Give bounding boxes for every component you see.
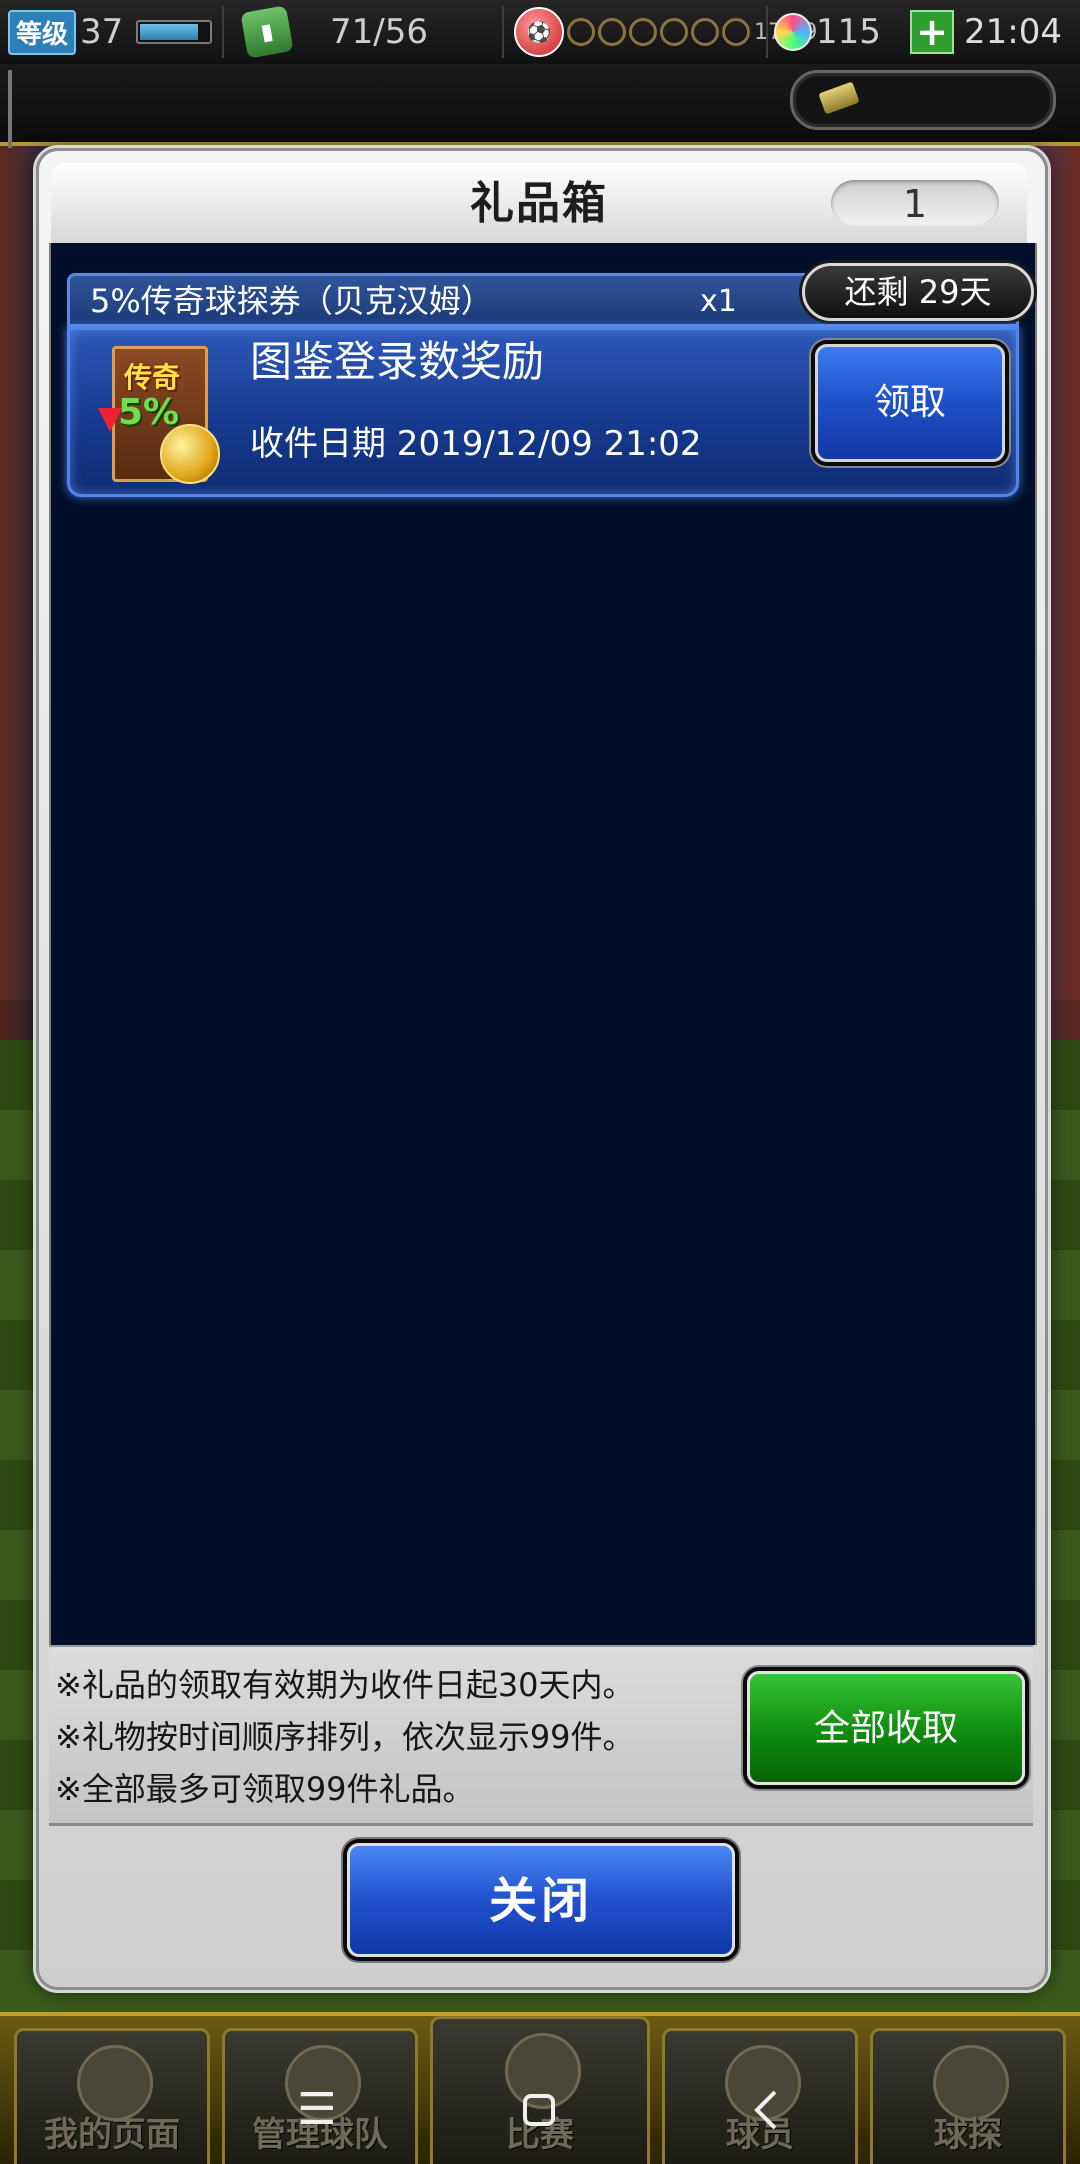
gift-received-date: 收件日期 2019/12/09 21:02: [250, 424, 702, 464]
claim-button[interactable]: 领取: [815, 344, 1005, 462]
ball-icon: ⚽: [514, 7, 564, 57]
status-bar: 等级 37 ▮ 71/56 ⚽ 17:19 115 + 21:04: [0, 0, 1080, 66]
system-nav-bar: ☰: [0, 2060, 1080, 2160]
menu-icon[interactable]: ☰: [282, 2080, 352, 2140]
level-indicator: 等级 37: [8, 0, 123, 64]
gift-name: 5%传奇球探券（贝克汉姆）: [90, 282, 493, 320]
level-label: 等级: [8, 9, 77, 55]
gift-count: 1: [831, 180, 999, 226]
exp-bar: [136, 0, 212, 64]
plus-icon: +: [910, 10, 954, 54]
close-button[interactable]: 关闭: [347, 1843, 735, 1957]
gift-list[interactable]: 5%传奇球探券（贝克汉姆） x1 还剩 29天 传奇 5% 图鉴登录数奖励 收件…: [49, 243, 1037, 1645]
left-handle: [8, 70, 12, 148]
level-value: 37: [80, 12, 124, 52]
gift-quantity: x1: [700, 284, 737, 319]
dialog-header: 礼品箱 1: [51, 163, 1027, 243]
back-icon[interactable]: [732, 2080, 802, 2140]
stamina-indicator: ▮ 71/56: [240, 0, 428, 64]
stamina-value: 71/56: [330, 12, 428, 52]
gift-box-dialog: 礼品箱 1 5%传奇球探券（贝克汉姆） x1 还剩 29天 传奇 5% 图鉴登录…: [36, 148, 1048, 1990]
scout-ticket-icon: 传奇 5%: [98, 344, 220, 484]
gift-card: 传奇 5% 图鉴登录数奖励 收件日期 2019/12/09 21:02 领取: [67, 327, 1019, 497]
ticket-icon: [818, 81, 860, 115]
ticket-counter[interactable]: [790, 70, 1056, 130]
info-line: ※礼品的领取有效期为收件日起30天内。: [55, 1666, 635, 1704]
match-points: ⚽ 17:19: [514, 0, 817, 64]
gift-source: 图鉴登录数奖励: [250, 337, 545, 386]
remaining-days-badge: 还剩 29天: [802, 263, 1034, 321]
gem-icon: [774, 13, 812, 51]
info-panel: ※礼品的领取有效期为收件日起30天内。 ※礼物按时间顺序排列，依次显示99件。 …: [49, 1645, 1033, 1826]
clock: 21:04: [964, 12, 1062, 52]
gems-indicator: 115: [774, 0, 881, 64]
top-resource-bar: [0, 64, 1080, 146]
add-gems-button[interactable]: +: [910, 0, 954, 64]
exp-fill: [140, 24, 198, 40]
stamina-icon: ▮: [240, 5, 294, 59]
info-line: ※全部最多可领取99件礼品。: [55, 1770, 475, 1808]
gems-value: 115: [816, 12, 881, 52]
home-icon[interactable]: [504, 2080, 574, 2140]
gift-item: 5%传奇球探券（贝克汉姆） x1 还剩 29天 传奇 5% 图鉴登录数奖励 收件…: [67, 263, 1034, 497]
collect-all-button[interactable]: 全部收取: [747, 1671, 1025, 1785]
info-line: ※礼物按时间顺序排列，依次显示99件。: [55, 1718, 635, 1756]
